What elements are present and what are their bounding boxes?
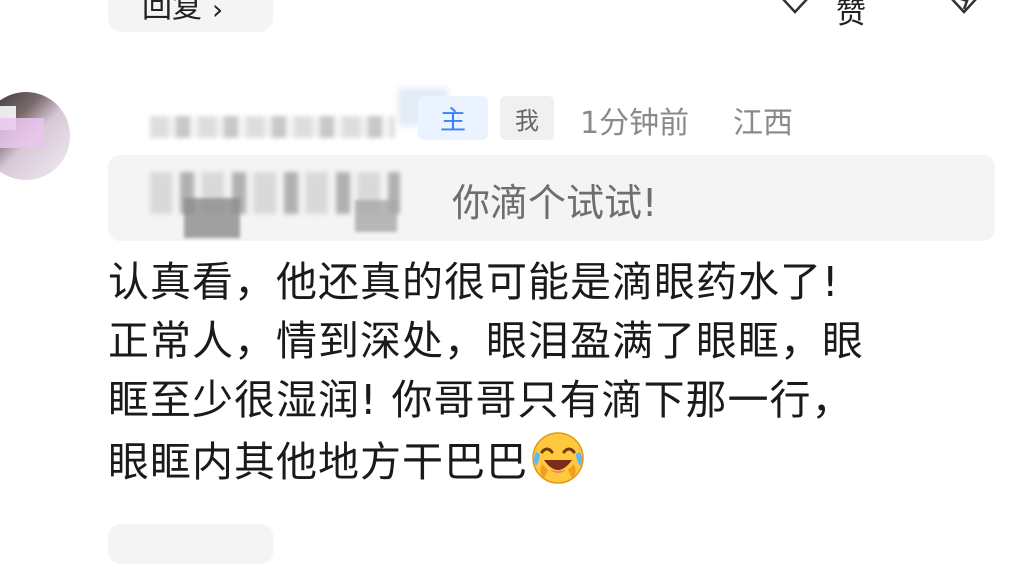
redaction-block: [184, 198, 240, 238]
me-badge: 我: [500, 96, 554, 140]
reply-label: 回复: [142, 0, 202, 25]
like-label[interactable]: 赞: [836, 0, 866, 32]
comment-line: 眶至少很湿润! 你哥哥只有滴下那一行，: [108, 376, 854, 424]
comment-line: 认真看，他还真的很可能是滴眼药水了!: [108, 258, 840, 306]
quoted-text: 你滴个试试!: [452, 181, 658, 225]
chevron-right-icon: ›: [212, 0, 224, 26]
comment-location: 江西: [733, 106, 793, 141]
redaction-block: [355, 200, 397, 232]
like-heart-icon[interactable]: [778, 0, 812, 16]
avatar[interactable]: [0, 92, 70, 180]
dislike-icon[interactable]: [946, 0, 982, 16]
comment-body: 认真看，他还真的很可能是滴眼药水了! 正常人，情到深处，眼泪盈满了眼眶，眼 眶至…: [108, 253, 998, 492]
comment-line-text: 眼眶内其他地方干巴巴: [108, 438, 528, 486]
author-badge: 主: [418, 96, 488, 140]
reply-button[interactable]: 回复 ›: [108, 0, 273, 32]
comment-timestamp: 1分钟前: [580, 106, 690, 141]
laughing-crying-emoji-icon: [532, 432, 584, 484]
next-reply-button[interactable]: [108, 524, 273, 564]
comment-line: 正常人，情到深处，眼泪盈满了眼眶，眼: [108, 317, 864, 365]
username-redacted[interactable]: [150, 116, 395, 138]
comment-line-last: 眼眶内其他地方干巴巴: [108, 430, 998, 492]
